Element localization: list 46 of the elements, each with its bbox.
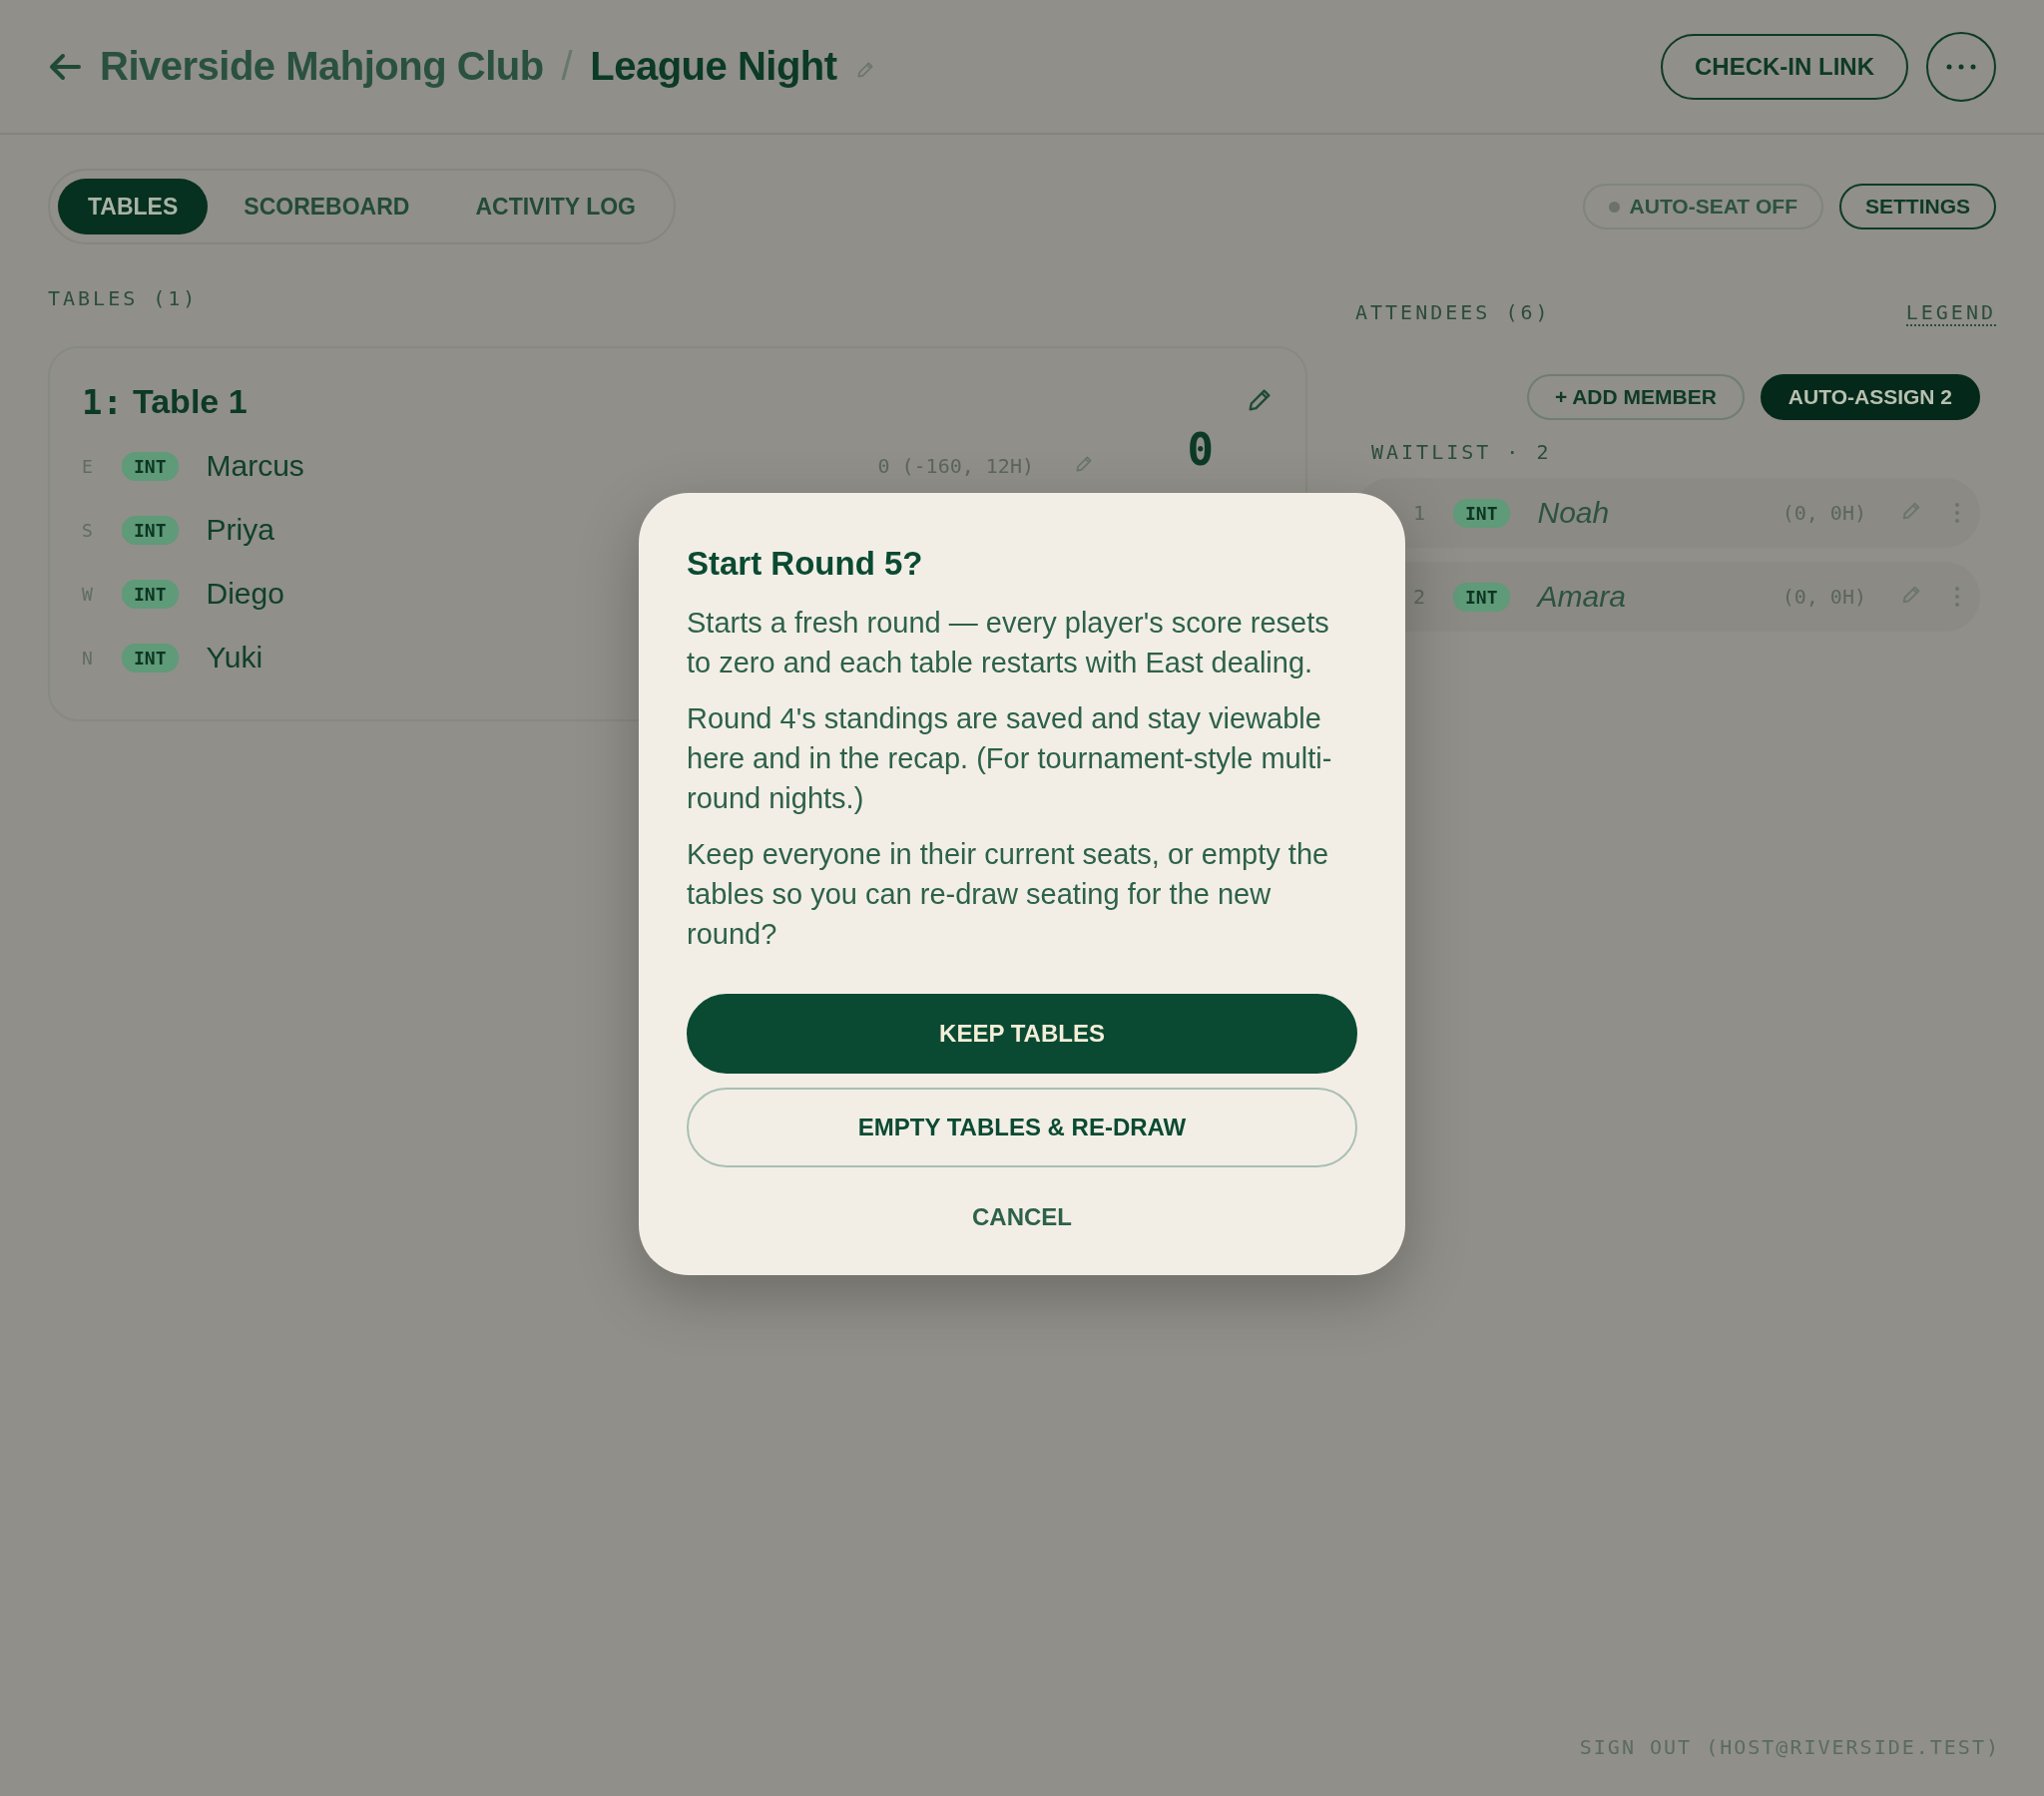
check-in-link-button[interactable]: CHECK-IN LINK [1661,33,1908,100]
pencil-icon[interactable] [1074,454,1094,474]
legend-link[interactable]: LEGEND [1905,300,1996,326]
table-name: Table 1 [132,382,248,422]
level-tag: INT [122,579,179,609]
dialog-text: Round 4's standings are saved and stay viewable here and in the recap. (For tournament-style multi-round nights.) [687,701,1333,816]
player-name: Marcus [206,449,304,483]
section-heading: ATTENDEES (6) [1355,300,1551,326]
player-name: Amara [1537,580,1626,614]
pencil-icon[interactable] [1900,500,1922,522]
tab[interactable]: TABLES [58,179,209,234]
pencil-icon[interactable] [1900,584,1922,606]
level-tag: INT [122,643,179,673]
player-name: Diego [206,577,284,611]
more-icon [1946,63,1976,70]
player-name: Priya [206,513,274,547]
table-number: 1: [82,382,123,422]
dialog-text: Keep everyone in their current seats, or empty the tables so you can re-draw seating for the new round? [687,837,1330,952]
tab[interactable]: SCOREBOARD [214,179,440,234]
back-arrow-icon[interactable] [48,51,82,82]
breadcrumb-separator: / [561,44,573,89]
add-member-button[interactable]: + ADD MEMBER [1526,374,1745,420]
level-tag: INT [1453,498,1510,528]
table-score: 0 [1187,424,1214,475]
keep-tables-button[interactable]: KEEP TABLES [687,994,1357,1074]
dialog-title: Start Round 5? [687,545,924,583]
cancel-button[interactable]: CANCEL [968,1203,1076,1231]
waitlist-heading: WAITLIST · 2 [1371,440,1553,464]
auto-seat-label: AUTO-SEAT OFF [1629,195,1797,219]
player-name: Noah [1537,496,1610,530]
redraw-button[interactable]: EMPTY TABLES & RE-DRAW [687,1088,1357,1167]
more-button[interactable] [1926,31,1996,102]
dialog-text: Starts a fresh round — every player's score resets to zero and each table restarts with East dealing. [687,606,1330,680]
auto-assign-button[interactable]: AUTO-ASSIGN 2 [1760,374,1980,420]
kebab-menu-icon[interactable] [1954,502,1960,524]
kebab-menu-icon[interactable] [1954,586,1960,608]
settings-button[interactable]: SETTINGS [1839,184,1996,229]
level-tag: INT [122,515,179,545]
club-link[interactable]: Riverside Mahjong Club [100,44,544,89]
player-name: Yuki [206,641,263,674]
event-title: League Night [590,44,837,89]
level-tag: INT [1453,582,1510,612]
tab[interactable]: ACTIVITY LOG [445,179,666,234]
section-heading: TABLES (1) [48,286,200,310]
auto-seat-toggle[interactable]: AUTO-SEAT OFF [1582,184,1823,229]
level-tag: INT [122,451,179,481]
